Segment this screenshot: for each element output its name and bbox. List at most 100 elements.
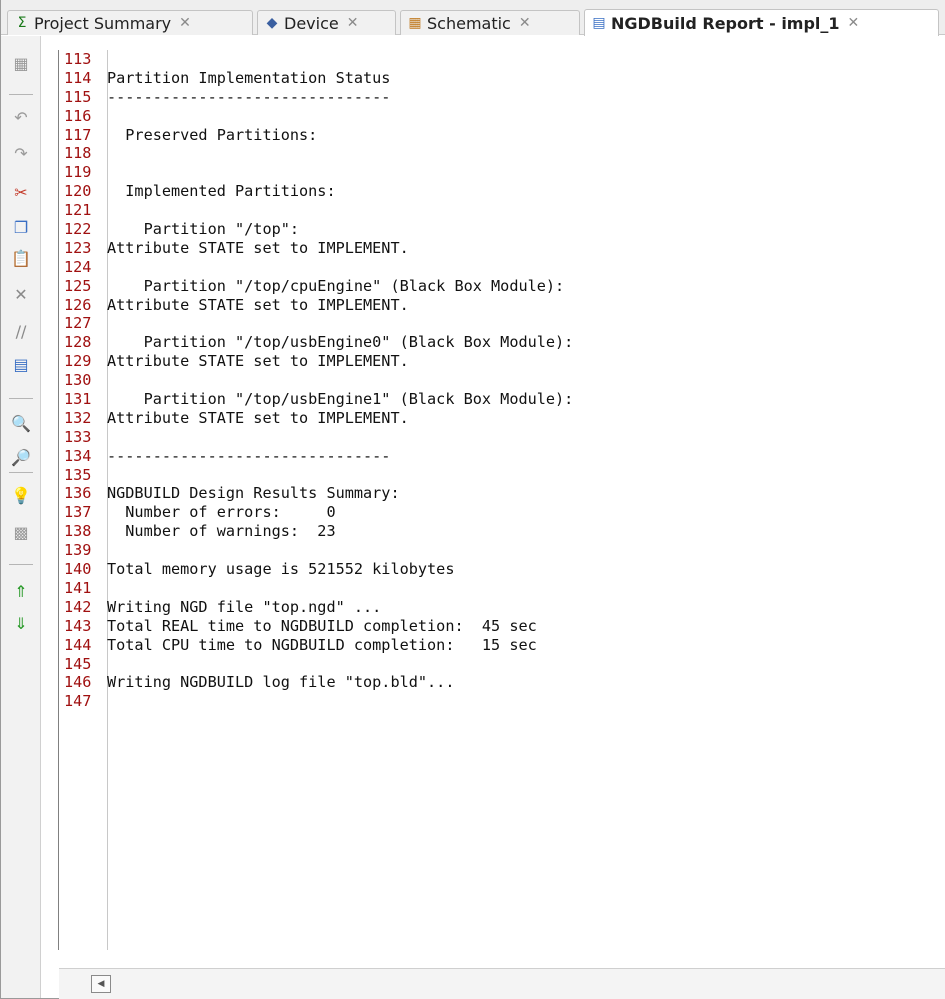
report-line: 137 Number of errors: 0 <box>59 503 573 522</box>
report-line: 136 NGDBUILD Design Results Summary: <box>59 484 573 503</box>
line-text: Partition "/top": <box>107 220 300 239</box>
close-icon[interactable]: ✕ <box>179 15 191 31</box>
line-number: 145 <box>64 654 92 673</box>
document-icon: ▤ <box>592 15 606 31</box>
go-to-top-icon[interactable]: ⇑ <box>10 580 32 602</box>
copy-icon[interactable]: ❐ <box>10 216 32 238</box>
select-all-icon[interactable]: ▤ <box>10 353 32 375</box>
highlight-band <box>107 106 731 126</box>
tab-device[interactable]: ◆ Device ✕ <box>257 10 396 35</box>
close-icon[interactable]: ✕ <box>347 15 359 31</box>
find-icon[interactable]: 🔍 <box>10 412 32 434</box>
report-line: 126 Attribute STATE set to IMPLEMENT. <box>59 295 731 315</box>
report-line: 143 Total REAL time to NGDBUILD completio… <box>59 617 573 636</box>
line-number: 144 <box>64 635 92 654</box>
tab-schematic[interactable]: ▦ Schematic ✕ <box>400 10 580 35</box>
line-text: Attribute STATE set to IMPLEMENT. <box>107 238 409 257</box>
line-number: 141 <box>64 578 92 597</box>
report-line: 144 Total CPU time to NGDBUILD completion… <box>59 636 573 655</box>
find-in-files-icon[interactable]: 🔎 <box>10 446 32 468</box>
line-number: 124 <box>64 257 92 276</box>
close-icon[interactable]: ✕ <box>848 15 860 31</box>
highlight-band <box>107 427 731 447</box>
report-text-editor[interactable]: 113 114 Partition Implementation Status 115… <box>58 50 945 950</box>
chevron-left-icon: ◀ <box>97 979 105 989</box>
lightbulb-icon[interactable]: 💡 <box>10 484 32 506</box>
cut-icon[interactable]: ✂ <box>10 181 32 203</box>
scroll-left-button[interactable]: ◀ <box>91 975 111 993</box>
tab-project-summary[interactable]: Σ Project Summary ✕ <box>7 10 253 35</box>
line-number: 132 <box>64 408 92 427</box>
line-number: 131 <box>64 390 92 409</box>
line-number: 136 <box>64 484 92 503</box>
report-window: Σ Project Summary ✕ ◆ Device ✕ ▦ Schematic ✕ ▤ NGD… <box>0 0 945 999</box>
report-line: 113 <box>59 50 573 69</box>
line-text: Attribute STATE set to IMPLEMENT. <box>107 295 409 314</box>
report-line: 138 Number of warnings: 23 <box>59 522 573 541</box>
line-text: Writing NGDBUILD log file "top.bld"... <box>107 673 455 692</box>
horizontal-scrollbar[interactable]: ◀ <box>59 968 945 999</box>
comment-icon[interactable]: // <box>10 320 32 342</box>
tab-label: Device <box>284 13 339 33</box>
device-icon: ◆ <box>266 15 278 31</box>
line-number: 133 <box>64 427 92 446</box>
highlight-band <box>107 314 731 334</box>
line-text: Partition "/top/cpuEngine" (Black Box Mo… <box>107 276 565 295</box>
line-text: Writing NGD file "top.ngd" ... <box>107 597 382 616</box>
line-number: 142 <box>64 597 92 616</box>
line-number: 127 <box>64 314 92 333</box>
tab-label: NGDBuild Report - impl_1 <box>611 13 840 33</box>
save-icon[interactable]: ▦ <box>10 52 32 74</box>
paste-icon[interactable]: 📋 <box>10 247 32 269</box>
line-number: 126 <box>64 295 92 314</box>
line-text: Number of errors: 0 <box>107 503 336 522</box>
highlight-band <box>107 144 731 164</box>
highlight-band <box>107 201 731 221</box>
schematic-icon: ▦ <box>408 15 422 31</box>
line-text: Total REAL time to NGDBUILD completion: … <box>107 616 537 635</box>
line-number: 134 <box>64 446 92 465</box>
line-number: 123 <box>64 238 92 257</box>
toolbar-separator <box>9 94 33 95</box>
line-number: 121 <box>64 201 92 220</box>
report-line: 135 <box>59 466 573 485</box>
toolbar-separator <box>9 472 33 473</box>
line-text: Total CPU time to NGDBUILD completion: 1… <box>107 635 537 654</box>
line-number: 139 <box>64 541 92 560</box>
line-text: Number of warnings: 23 <box>107 522 336 541</box>
line-number: 146 <box>64 673 92 692</box>
line-text: Partition "/top/usbEngine1" (Black Box M… <box>107 390 574 409</box>
undo-icon[interactable]: ↶ <box>10 106 32 128</box>
report-line: 146 Writing NGDBUILD log file "top.bld"..… <box>59 673 573 692</box>
go-to-bottom-icon[interactable]: ⇓ <box>10 612 32 634</box>
line-number: 143 <box>64 616 92 635</box>
report-line: 123 Attribute STATE set to IMPLEMENT. <box>59 238 731 258</box>
line-text: ------------------------------- <box>107 87 391 106</box>
sigma-icon: Σ <box>17 15 27 31</box>
redo-icon[interactable]: ↷ <box>10 142 32 164</box>
report-line: 134 ------------------------------- <box>59 446 731 466</box>
report-line: 139 <box>59 541 573 560</box>
line-number: 117 <box>64 125 92 144</box>
line-number: 118 <box>64 144 92 163</box>
line-number: 147 <box>64 692 92 711</box>
tab-ngdbuild-report-impl-1[interactable]: ▤ NGDBuild Report - impl_1 ✕ <box>584 9 939 36</box>
report-line: 119 <box>59 163 731 183</box>
tab-label: Schematic <box>427 13 511 33</box>
report-line: 140 Total memory usage is 521552 kilobyte… <box>59 560 573 579</box>
report-line: 130 <box>59 371 731 391</box>
line-number: 135 <box>64 465 92 484</box>
bookmark-icon[interactable]: ▩ <box>10 521 32 543</box>
line-number: 114 <box>64 68 92 87</box>
report-line: 141 <box>59 579 573 598</box>
line-number: 113 <box>64 50 92 68</box>
line-number: 120 <box>64 182 92 201</box>
toolbar-separator <box>9 398 33 399</box>
line-number: 116 <box>64 106 92 125</box>
highlight-band <box>107 371 731 391</box>
report-line: 142 Writing NGD file "top.ngd" ... <box>59 598 573 617</box>
close-icon[interactable]: ✕ <box>519 15 531 31</box>
line-text: Partition "/top/usbEngine0" (Black Box M… <box>107 333 574 352</box>
delete-icon[interactable]: ✕ <box>10 283 32 305</box>
line-text: Attribute STATE set to IMPLEMENT. <box>107 408 409 427</box>
